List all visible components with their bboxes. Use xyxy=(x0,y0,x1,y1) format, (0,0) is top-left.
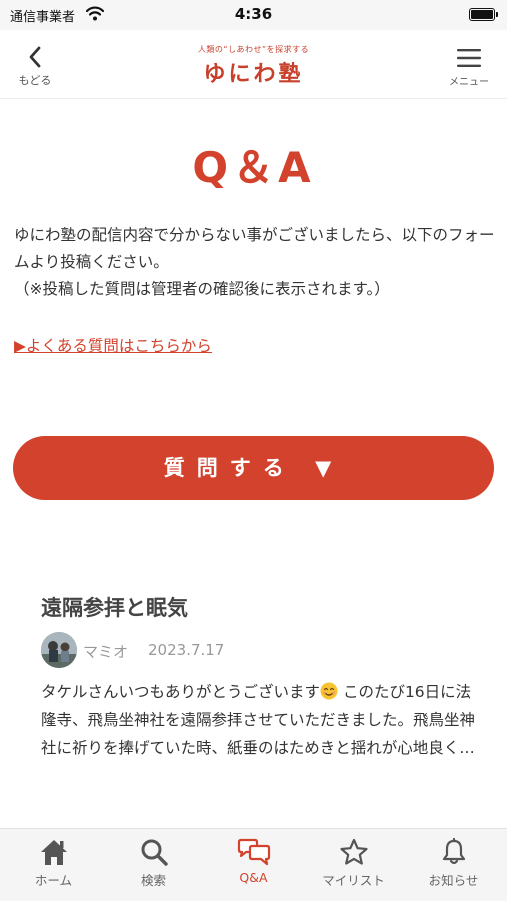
post-date: 2023.7.17 xyxy=(148,641,225,659)
tab-notifications[interactable]: お知らせ xyxy=(403,829,504,901)
hamburger-menu-icon xyxy=(457,49,481,67)
smiley-emoji-icon xyxy=(320,682,338,700)
battery-icon xyxy=(469,8,498,21)
app-header: もどる 人類の“しあわせ”を探求する ゆにわ塾 メニュー xyxy=(0,30,507,99)
logo-tagline: 人類の“しあわせ”を探求する xyxy=(197,45,310,54)
status-bar: 通信事業者 4:36 xyxy=(0,0,507,30)
bottom-tab-bar: ホーム 検索 Q&A マイリスト お知らせ xyxy=(0,828,507,901)
intro-text: ゆにわ塾の配信内容で分からない事がございましたら、以下のフォームより投稿ください… xyxy=(14,222,498,303)
author-avatar xyxy=(41,632,77,668)
tab-qa-label: Q&A xyxy=(239,870,268,885)
menu-button[interactable]: メニュー xyxy=(443,48,495,94)
tab-home[interactable]: ホーム xyxy=(3,829,104,901)
post-excerpt-part-1: タケルさんいつもありがとうございます xyxy=(41,683,321,701)
intro-line-2: （※投稿した質問は管理者の確認後に表示されます。） xyxy=(14,280,390,298)
logo-name: ゆにわ塾 xyxy=(203,61,304,87)
status-time: 4:36 xyxy=(234,5,273,23)
tab-qa[interactable]: Q&A xyxy=(203,829,304,901)
home-icon xyxy=(40,840,67,865)
tab-notifications-label: お知らせ xyxy=(428,873,479,888)
chat-bubbles-icon xyxy=(237,838,270,866)
search-icon xyxy=(141,839,168,866)
tab-mylist[interactable]: マイリスト xyxy=(303,829,404,901)
bell-icon xyxy=(442,838,465,865)
ask-question-button[interactable]: 質問する ▼ xyxy=(13,436,494,500)
tab-mylist-label: マイリスト xyxy=(322,873,385,888)
post-title[interactable]: 遠隔参拝と眠気 xyxy=(41,592,188,622)
faq-link[interactable]: ▶よくある質問はこちらから xyxy=(14,334,212,356)
app-logo: 人類の“しあわせ”を探求する ゆにわ塾 xyxy=(0,44,507,88)
post-excerpt[interactable]: タケルさんいつもありがとうございます このたび16日に法隆寺、飛鳥坐神社を遠隔参… xyxy=(41,678,479,762)
tab-search-label: 検索 xyxy=(140,873,166,888)
tab-home-label: ホーム xyxy=(34,873,73,888)
page-title: Q＆A xyxy=(192,143,315,192)
intro-line-1: ゆにわ塾の配信内容で分からない事がございましたら、以下のフォームより投稿ください… xyxy=(14,226,495,271)
tab-search[interactable]: 検索 xyxy=(103,829,204,901)
menu-label: メニュー xyxy=(449,77,489,88)
star-icon xyxy=(339,838,368,865)
author-name: マミオ xyxy=(83,643,129,661)
